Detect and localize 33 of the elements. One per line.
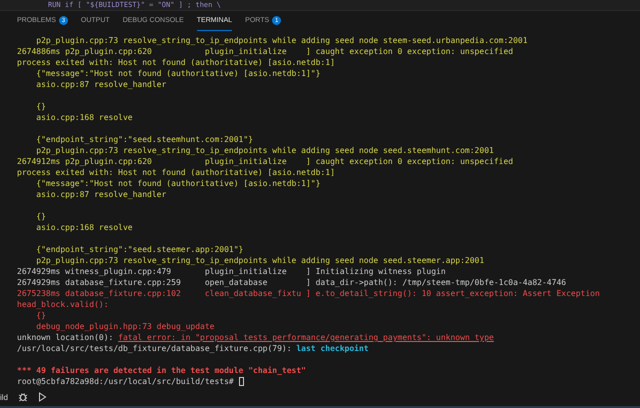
terminal-line: asio.cpp:87 resolve_handler [35,79,166,90]
error-link[interactable]: fatal error: in "proposal_tests_performance/generating_payments": unknown type [118,332,494,343]
terminal-text: last checkpoint [296,343,369,354]
terminal-line: 2675238ms database_fixture.cpp:102 clean_database_fixtu ] e.to_detail_string(): 10 assert_exception: Assert Exception [17,288,600,299]
terminal-line: process exited with: Host not found (authoritative) [asio.netdb:1] [17,57,335,68]
terminal-line: 2674912ms p2p_plugin.cpp:620 plugin_initialize ] caught exception 0 exception: unspecified [17,156,514,167]
terminal-line: 2674886ms p2p_plugin.cpp:620 plugin_initialize ] caught exception 0 exception: unspecified [17,46,514,57]
terminal-line: asio.cpp:87 resolve_handler [35,189,166,200]
terminal-line: 2674929ms witness_plugin.cpp:479 plugin_initialize ] Initializing witness plugin [17,266,446,277]
play-icon[interactable] [38,392,48,402]
terminal-line: {} [35,101,46,112]
terminal-text: unknown location(0): [17,332,114,343]
terminal-line: asio.cpp:168 resolve [35,112,133,123]
terminal-text: /usr/local/src/tests/db_fixture/database_fixture.cpp(79): [17,343,293,354]
terminal-line: p2p_plugin.cpp:73 resolve_string_to_ip_endpoints while adding seed node seed.steemhunt.com:2001 [35,145,494,156]
terminal-line: *** 49 failures are detected in the test module "chain_test" [17,365,306,376]
bug-icon[interactable] [18,392,28,402]
terminal-line: {"message":"Host not found (authoritative) [asio.netdb:1]"} [35,178,320,189]
status-label: ild [0,392,8,402]
terminal-line: {} [35,310,46,321]
shell-prompt: root@5cbfa782a98d:/usr/local/src/build/tests# [17,376,235,387]
terminal-line: {} [35,211,46,222]
terminal-line: p2p_plugin.cpp:73 resolve_string_to_ip_endpoints while adding seed node steem-seed.urbanpedia.com:2001 [35,35,528,46]
terminal-line: {"endpoint_string":"seed.steemer.app:2001"} [35,244,244,255]
text-cursor [238,377,244,386]
terminal-line: {"endpoint_string":"seed.steemhunt.com:2001"} [35,134,254,145]
terminal-line: p2p_plugin.cpp:73 resolve_string_to_ip_endpoints while adding seed node seed.steemer.app:2001 [35,255,484,266]
terminal-line: 2674929ms database_fixture.cpp:259 open_database ] data_dir->path(): /tmp/steem-tmp/0bfe-1c0a-4a82-4746 [17,277,566,288]
terminal-line: asio.cpp:168 resolve [35,222,133,233]
terminal-line: {"message":"Host not found (authoritative) [asio.netdb:1]"} [35,68,320,79]
terminal-line: head_block.valid(): [17,299,109,310]
terminal-line: process exited with: Host not found (authoritative) [asio.netdb:1] [17,167,335,178]
terminal-line: debug_node_plugin.hpp:73 debug_update [35,321,214,332]
